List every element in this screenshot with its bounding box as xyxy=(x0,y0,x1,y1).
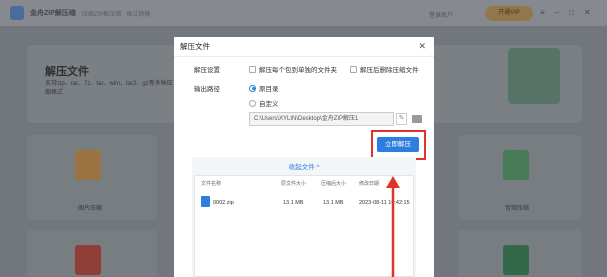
option-delete-after[interactable]: 解压后删除压缩文件 xyxy=(350,64,419,74)
output-label: 输出路径 xyxy=(194,86,220,93)
option-separate-folder[interactable]: 解压每个包到单独的文件夹 xyxy=(249,64,337,74)
collapse-files-toggle[interactable]: 收起文件 ^ xyxy=(192,161,416,171)
column-header-comp-size: 压缩后大小 xyxy=(321,181,347,187)
edit-icon[interactable]: ✎ xyxy=(396,113,407,125)
column-header-name: 文件名称 xyxy=(201,181,222,187)
radio-original-button[interactable] xyxy=(249,84,256,92)
option-delete-after-label: 解压后删除压缩文件 xyxy=(360,67,419,74)
extract-now-button[interactable]: 立即解压 xyxy=(377,137,419,152)
radio-original-label: 原目录 xyxy=(259,86,279,93)
zip-file-icon xyxy=(201,196,210,207)
folder-icon[interactable] xyxy=(412,115,422,123)
checkbox-separate-folder[interactable] xyxy=(249,65,256,73)
output-row: 输出路径 xyxy=(194,83,220,93)
date-cell: 2023-08-11 10:42:15 xyxy=(359,200,410,206)
column-header-orig-size: 原文件大小 xyxy=(281,181,307,187)
checkbox-delete-after[interactable] xyxy=(350,65,357,73)
close-icon[interactable]: ✕ xyxy=(418,41,426,52)
output-path-field[interactable]: C:\Users\XYLIN\Desktop\金舟ZIP解压1 xyxy=(249,112,394,126)
radio-original-dir[interactable]: 原目录 xyxy=(249,83,279,93)
radio-custom-label: 自定义 xyxy=(259,101,279,108)
file-table: 文件名称 原文件大小 压缩后大小 修改日期 0002.zip 13.1 MB 1… xyxy=(194,175,414,277)
orig-size-cell: 13.1 MB xyxy=(283,200,304,206)
column-header-date: 修改日期 xyxy=(359,181,380,187)
extract-dialog: 解压文件 ✕ 解压设置 解压每个包到单独的文件夹 解压后删除压缩文件 输出路径 … xyxy=(174,37,434,277)
option-separate-folder-label: 解压每个包到单独的文件夹 xyxy=(259,67,337,74)
settings-label: 解压设置 xyxy=(194,67,220,74)
file-name-cell[interactable]: 0002.zip xyxy=(213,200,234,206)
comp-size-cell: 13.1 MB xyxy=(323,200,344,206)
radio-custom-dir[interactable]: 自定义 xyxy=(249,98,279,108)
radio-custom-button[interactable] xyxy=(249,99,256,107)
settings-row: 解压设置 xyxy=(194,64,220,74)
dialog-header: 解压文件 ✕ xyxy=(174,37,434,57)
dialog-title: 解压文件 xyxy=(180,42,210,51)
